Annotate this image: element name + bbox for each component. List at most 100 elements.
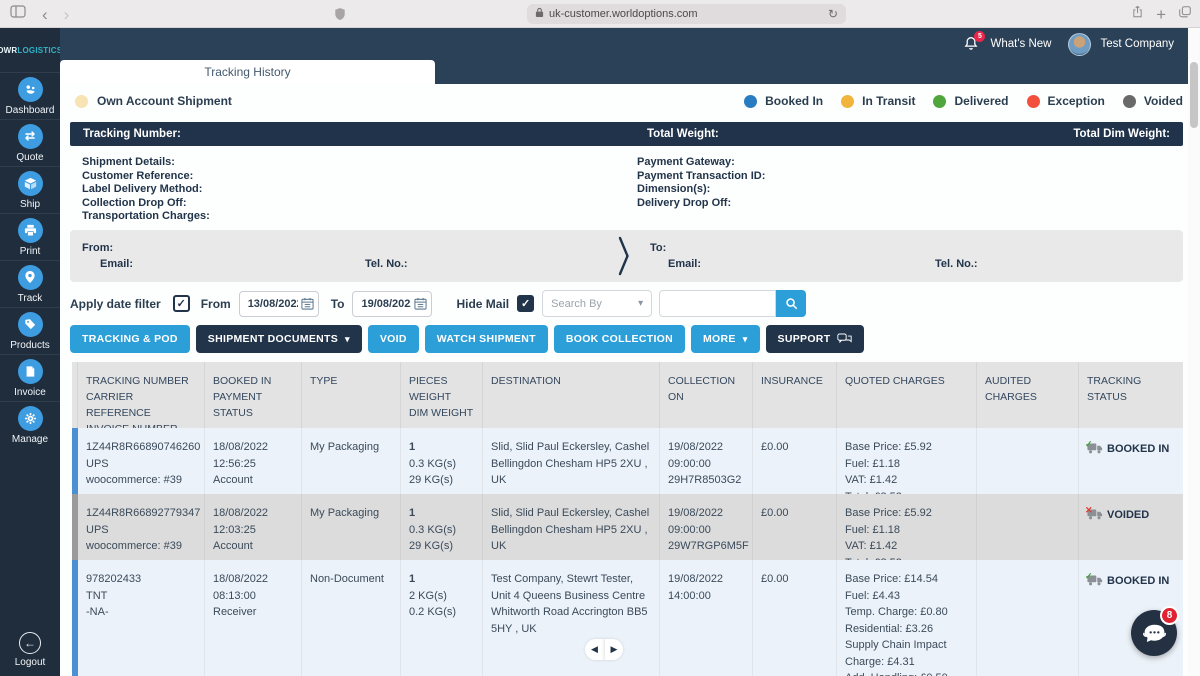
chat-icon	[837, 333, 852, 345]
col-header-tracking-status: TRACKING STATUS	[1079, 362, 1183, 428]
chevron-down-icon: ▾	[345, 334, 350, 345]
tab-tracking-history[interactable]: Tracking History	[60, 60, 435, 84]
summary-total-dim-weight: Total Dim Weight:	[1073, 128, 1170, 140]
sidebar-item-label: Manage	[12, 434, 48, 445]
search-button[interactable]	[776, 290, 806, 317]
label-payment-transaction-id: Payment Transaction ID:	[637, 170, 765, 184]
sidebar-item-quote[interactable]: ⇄ Quote	[0, 119, 60, 166]
tracking-pod-button[interactable]: TRACKING & POD	[70, 325, 190, 353]
sidebar-item-label: Print	[20, 246, 41, 257]
hide-mail-label: Hide Mail	[456, 297, 509, 311]
main-content: Own Account Shipment Booked In In Transi…	[60, 84, 1200, 676]
table-row[interactable]: 1Z44R8R66890746260UPSwoocommerce: #39 18…	[72, 428, 1183, 494]
summary-total-weight: Total Weight:	[647, 128, 719, 140]
label-dimensions: Dimension(s):	[637, 183, 765, 197]
back-button[interactable]: ‹	[42, 6, 48, 23]
shipments-table: TRACKING NUMBERCARRIERREFERENCEINVOICE N…	[72, 362, 1183, 676]
search-input[interactable]	[659, 290, 776, 317]
watch-shipment-button[interactable]: WATCH SHIPMENT	[425, 325, 548, 353]
book-collection-button[interactable]: BOOK COLLECTION	[554, 325, 685, 353]
col-header-collection-on: COLLECTION ON	[660, 362, 753, 428]
sidebar-item-products[interactable]: Products	[0, 307, 60, 354]
share-icon[interactable]	[1131, 4, 1144, 24]
app-logo: DWRLOGISTICS	[0, 28, 60, 72]
legend-dot-in-transit	[841, 95, 854, 108]
sidebar-item-label: Products	[10, 340, 49, 351]
to-tel-label: Tel. No.:	[935, 258, 978, 270]
forward-button[interactable]: ›	[64, 6, 70, 23]
whats-new-link[interactable]: What's New	[990, 38, 1051, 50]
browser-toolbar: ‹ › uk-customer.worldoptions.com ↻ +	[0, 0, 1200, 28]
printer-icon	[18, 218, 43, 243]
legend-dot-booked-in	[744, 95, 757, 108]
hide-mail-checkbox[interactable]: ✓	[517, 295, 534, 312]
new-tab-icon[interactable]: +	[1156, 6, 1166, 23]
col-header-tracking: TRACKING NUMBERCARRIERREFERENCEINVOICE N…	[78, 362, 205, 428]
search-by-select[interactable]: Search By ▾	[542, 290, 652, 317]
from-date-label: From	[201, 297, 231, 311]
sidebar-item-track[interactable]: Track	[0, 260, 60, 307]
prev-page-button[interactable]: ◀	[585, 639, 604, 660]
chat-notification-badge: 8	[1160, 606, 1179, 625]
col-header-quoted-charges: QUOTED CHARGES	[837, 362, 977, 428]
from-to-panel: From: Email: Tel. No.: To: Email: Tel. N…	[70, 230, 1183, 282]
sidebar-item-label: Dashboard	[6, 105, 55, 116]
tab-overview-icon[interactable]	[1178, 5, 1192, 24]
sidebar-item-logout[interactable]: ← Logout	[0, 632, 60, 668]
sidebar-item-label: Track	[18, 293, 43, 304]
table-row[interactable]: 1Z44R8R66892779347UPSwoocommerce: #39 18…	[72, 494, 1183, 560]
sidebar-nav: DWRLOGISTICS Dashboard ⇄ Quote Ship Prin…	[0, 28, 60, 676]
sidebar-item-label: Quote	[16, 152, 43, 163]
package-icon	[18, 171, 43, 196]
notifications-button[interactable]: 5	[963, 35, 981, 53]
account-name[interactable]: Test Company	[1100, 38, 1174, 50]
label-shipment-details: Shipment Details:	[82, 156, 210, 170]
tag-icon	[18, 312, 43, 337]
truck-check-icon: ✓	[1087, 574, 1103, 592]
sidebar-item-invoice[interactable]: Invoice	[0, 354, 60, 401]
void-button[interactable]: VOID	[368, 325, 419, 353]
legend-row: Own Account Shipment Booked In In Transi…	[60, 90, 1200, 112]
sidebar-item-label: Logout	[15, 657, 46, 668]
scrollbar-thumb[interactable]	[1190, 62, 1198, 128]
apply-date-filter-checkbox[interactable]: ✓	[173, 295, 190, 312]
quote-icon: ⇄	[18, 124, 43, 149]
avatar[interactable]	[1068, 33, 1091, 56]
privacy-shield-icon[interactable]	[334, 7, 346, 26]
chat-widget-button[interactable]: 8	[1131, 610, 1177, 656]
address-bar[interactable]: uk-customer.worldoptions.com ↻	[527, 4, 846, 24]
legend-dot-delivered	[933, 95, 946, 108]
lock-icon	[535, 5, 544, 23]
chevron-down-icon: ▾	[743, 334, 748, 345]
logout-icon: ←	[19, 632, 41, 654]
to-date-label: To	[331, 297, 345, 311]
calendar-icon[interactable]	[414, 297, 427, 315]
table-row[interactable]: 978202433TNT-NA- 18/08/202208:13:00Recei…	[72, 560, 1183, 676]
next-page-button[interactable]: ▶	[604, 639, 623, 660]
col-header-insurance: INSURANCE	[753, 362, 837, 428]
reload-icon[interactable]: ↻	[828, 7, 838, 21]
sidebar-item-ship[interactable]: Ship	[0, 166, 60, 213]
chat-bubble-icon	[1141, 620, 1168, 647]
dashboard-icon	[18, 77, 43, 102]
shipment-documents-button[interactable]: SHIPMENT DOCUMENTS▾	[196, 325, 362, 353]
calendar-icon[interactable]	[301, 297, 314, 315]
search-by-placeholder: Search By	[551, 298, 602, 310]
tab-strip: Tracking History	[60, 60, 1200, 84]
sidebar-toggle-icon[interactable]	[10, 5, 26, 23]
more-button[interactable]: MORE▾	[691, 325, 760, 353]
own-account-dot	[75, 95, 88, 108]
col-header-type: TYPE	[302, 362, 401, 428]
status-legend: Booked In In Transit Delivered Exception…	[744, 94, 1183, 108]
sidebar-item-dashboard[interactable]: Dashboard	[0, 72, 60, 119]
search-icon	[785, 297, 798, 310]
sidebar-item-manage[interactable]: Manage	[0, 401, 60, 448]
sidebar-item-print[interactable]: Print	[0, 213, 60, 260]
table-header-row: TRACKING NUMBERCARRIERREFERENCEINVOICE N…	[72, 362, 1183, 428]
support-button[interactable]: SUPPORT	[766, 325, 865, 353]
col-header-pieces: PIECESWEIGHTDIM WEIGHT	[401, 362, 483, 428]
chevron-down-icon: ▾	[638, 298, 643, 309]
sidebar-item-label: Invoice	[14, 387, 46, 398]
tracking-status: BOOKED IN	[1107, 573, 1169, 590]
own-account-label: Own Account Shipment	[97, 94, 232, 108]
